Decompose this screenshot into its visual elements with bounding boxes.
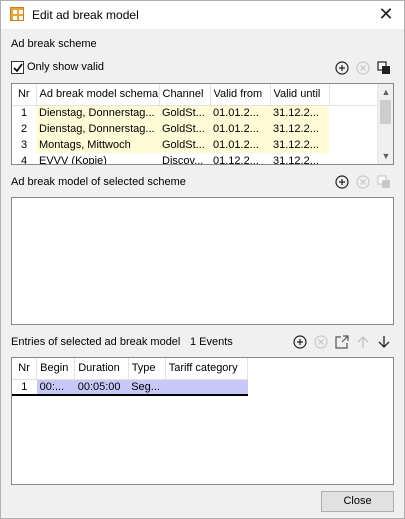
- scheme-row[interactable]: 4 EVVV (Kopie) Discov... 01.12.2... 31.1…: [12, 153, 379, 165]
- copy-model-icon[interactable]: [377, 175, 391, 189]
- cell-channel: GoldSt...: [159, 105, 210, 121]
- remove-entry-icon[interactable]: [314, 335, 328, 349]
- move-down-icon[interactable]: [377, 335, 391, 349]
- scheme-grid[interactable]: Nr Ad break model schema Channel Valid f…: [11, 83, 394, 165]
- cell-valid-until: 31.12.2...: [270, 105, 329, 121]
- cell-nr: 3: [12, 137, 36, 153]
- cell-schema: EVVV (Kopie): [39, 155, 107, 165]
- cell-filler: [329, 121, 379, 137]
- scheme-row[interactable]: 3 Montags, Mittwoch GoldSt... 01.01.2...…: [12, 137, 379, 153]
- col-header-type[interactable]: Type: [128, 358, 166, 380]
- model-section-label: Ad break model of selected scheme: [11, 176, 186, 188]
- only-show-valid-label: Only show valid: [27, 61, 105, 73]
- col-header-schema[interactable]: Ad break model schema: [36, 84, 160, 106]
- entries-table: Nr Begin Duration Type Tariff category 1…: [12, 358, 249, 396]
- close-button[interactable]: Close: [321, 491, 394, 512]
- cell-filler: [329, 153, 379, 164]
- cell-valid-from: 01.01.2...: [210, 121, 270, 137]
- col-header-valid-from[interactable]: Valid from: [210, 84, 271, 106]
- scheme-table: Nr Ad break model schema Channel Valid f…: [12, 84, 379, 165]
- checkmark-icon: [13, 63, 23, 72]
- cell-nr: 2: [12, 121, 36, 137]
- title-bar: Edit ad break model ✕: [1, 1, 404, 29]
- cell-schema: Montags, Mittwoch: [36, 137, 159, 153]
- col-header-valid-until[interactable]: Valid until: [270, 84, 330, 106]
- cell-duration: 00:05:00: [74, 379, 129, 395]
- add-scheme-icon[interactable]: [335, 61, 349, 75]
- cell-nr: 1: [12, 105, 36, 121]
- col-header-channel[interactable]: Channel: [159, 84, 211, 106]
- cell-channel: Discov...: [162, 155, 204, 165]
- entries-header-row: Nr Begin Duration Type Tariff category: [12, 358, 249, 380]
- scheme-row[interactable]: 1 Dienstag, Donnerstag... GoldSt... 01.0…: [12, 105, 379, 121]
- cell-valid-until: 31.12.2...: [273, 155, 319, 165]
- scroll-down-icon[interactable]: ▼: [378, 148, 393, 164]
- cell-filler: [329, 105, 379, 121]
- scroll-thumb[interactable]: [380, 100, 391, 124]
- move-up-icon[interactable]: [356, 335, 370, 349]
- entries-section-label: Entries of selected ad break model: [11, 336, 181, 348]
- cell-schema: Dienstag, Donnerstag...: [36, 105, 159, 121]
- remove-scheme-icon[interactable]: [356, 61, 370, 75]
- only-show-valid-checkbox-row[interactable]: Only show valid: [11, 60, 104, 74]
- app-icon: [10, 7, 24, 21]
- col-header-filler: [329, 84, 379, 106]
- cell-valid-until: 31.12.2...: [270, 137, 329, 153]
- cell-tariff-category: [165, 379, 248, 395]
- col-header-nr[interactable]: Nr: [12, 358, 38, 380]
- entry-row[interactable]: 1 00:... 00:05:00 Seg...: [12, 379, 248, 395]
- col-header-nr[interactable]: Nr: [12, 84, 37, 106]
- window-title: Edit ad break model: [32, 8, 139, 22]
- scheme-header-row: Nr Ad break model schema Channel Valid f…: [12, 84, 379, 106]
- cell-channel: GoldSt...: [159, 137, 210, 153]
- cell-nr: 1: [12, 379, 37, 395]
- open-entry-icon[interactable]: [335, 335, 349, 349]
- col-header-begin[interactable]: Begin: [36, 358, 76, 380]
- scheme-vertical-scrollbar[interactable]: ▲ ▼: [377, 84, 393, 164]
- cell-nr: 4: [12, 153, 36, 164]
- cell-channel: GoldSt...: [159, 121, 210, 137]
- events-count: 1 Events: [190, 336, 233, 348]
- cell-begin: 00:...: [36, 379, 75, 395]
- only-show-valid-checkbox[interactable]: [11, 60, 24, 74]
- cell-valid-from: 01.12.2...: [213, 155, 259, 165]
- scheme-section-label: Ad break scheme: [11, 38, 97, 50]
- dialog-window: Edit ad break model ✕ Ad break scheme On…: [0, 0, 405, 519]
- cell-type: Seg...: [128, 379, 166, 395]
- cell-filler: [329, 137, 379, 153]
- entries-grid[interactable]: Nr Begin Duration Type Tariff category 1…: [11, 357, 394, 485]
- col-header-tariff-category[interactable]: Tariff category: [165, 358, 249, 380]
- scheme-row[interactable]: 2 Dienstag, Donnerstag... GoldSt... 01.0…: [12, 121, 379, 137]
- col-header-duration[interactable]: Duration: [74, 358, 129, 380]
- scroll-up-icon[interactable]: ▲: [378, 84, 393, 100]
- add-entry-icon[interactable]: [293, 335, 307, 349]
- cell-valid-from: 01.01.2...: [210, 105, 270, 121]
- copy-scheme-icon[interactable]: [377, 61, 391, 75]
- add-model-icon[interactable]: [335, 175, 349, 189]
- cell-schema: Dienstag, Donnerstag...: [36, 121, 159, 137]
- model-list[interactable]: [11, 197, 394, 325]
- remove-model-icon[interactable]: [356, 175, 370, 189]
- cell-valid-until: 31.12.2...: [270, 121, 329, 137]
- window-close-button[interactable]: ✕: [376, 4, 396, 24]
- cell-valid-from: 01.01.2...: [210, 137, 270, 153]
